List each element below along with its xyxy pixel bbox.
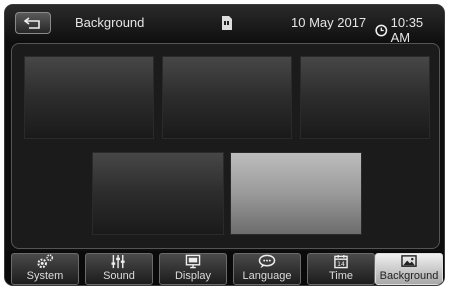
- sd-card-icon: [222, 16, 232, 30]
- monitor-icon: [185, 254, 201, 269]
- tab-display[interactable]: Display: [159, 253, 227, 285]
- tab-sound[interactable]: Sound: [85, 253, 153, 285]
- top-bar: Background 10 May 2017 10:35 AM: [5, 5, 444, 45]
- date-display: 10 May 2017: [291, 15, 367, 30]
- picture-icon: [401, 255, 417, 267]
- tab-label: Sound: [103, 270, 135, 282]
- tab-system[interactable]: System: [11, 253, 79, 285]
- bottom-tab-bar: System Sound Display Language 14 Time Ba…: [5, 251, 444, 285]
- speech-bubble-icon: [258, 254, 276, 269]
- svg-text:14: 14: [337, 261, 345, 268]
- device-screen: Background 10 May 2017 10:35 AM System S…: [4, 4, 445, 286]
- calendar-icon: 14: [334, 254, 348, 269]
- back-button[interactable]: [15, 12, 51, 34]
- back-arrow-icon: [23, 17, 40, 29]
- wallpaper-thumb-1[interactable]: [24, 56, 154, 139]
- time-display: 10:35 AM: [375, 15, 444, 45]
- wallpaper-thumb-5-selected[interactable]: [230, 152, 362, 235]
- clock-icon: [375, 24, 388, 36]
- wallpaper-thumb-3[interactable]: [300, 56, 430, 139]
- tab-time[interactable]: 14 Time: [307, 253, 375, 285]
- gears-icon: [37, 254, 54, 269]
- tab-label: Language: [242, 270, 292, 282]
- wallpaper-thumb-4[interactable]: [92, 152, 224, 235]
- tab-language[interactable]: Language: [233, 253, 301, 285]
- wallpaper-thumb-2[interactable]: [162, 56, 292, 139]
- tab-background[interactable]: Background: [375, 253, 443, 285]
- tab-label: Display: [174, 270, 212, 282]
- wallpaper-panel: [11, 43, 440, 249]
- tab-label: Time: [328, 270, 354, 282]
- tab-label: Background: [379, 270, 439, 282]
- time-text: 10:35 AM: [390, 15, 424, 45]
- tab-label: System: [26, 270, 64, 282]
- page-title: Background: [75, 15, 145, 30]
- equalizer-icon: [111, 254, 125, 269]
